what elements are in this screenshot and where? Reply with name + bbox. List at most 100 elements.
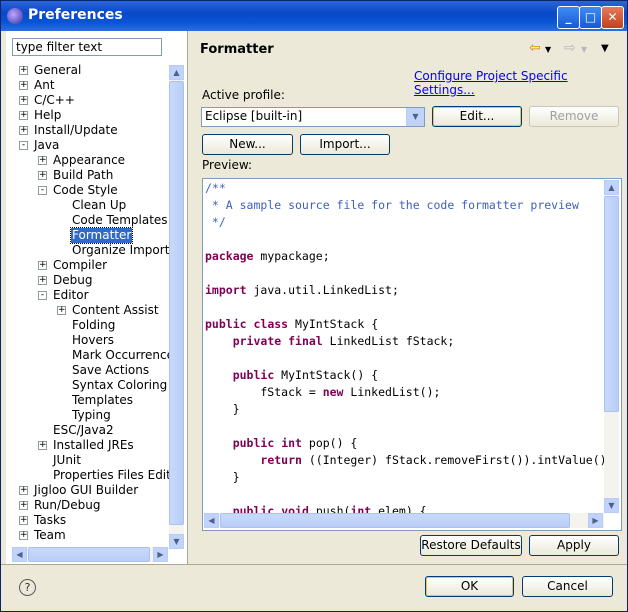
scroll-right-button[interactable]: ▶ [588,513,603,528]
scroll-down-button[interactable]: ▼ [169,534,184,549]
preview-vertical-scrollbar[interactable]: ▲ ▼ [604,180,619,513]
tree-item[interactable]: + Build Path [11,168,171,183]
view-menu-icon[interactable]: ▼ [601,43,609,54]
tree-horizontal-scrollbar[interactable]: ◀ ▶ [12,547,168,562]
expand-icon[interactable]: + [19,531,28,540]
tree-item[interactable]: Mark Occurrences [11,348,171,363]
tree-item[interactable]: Folding [11,318,171,333]
tree-item[interactable]: + Ant [11,78,171,93]
preview-horizontal-scrollbar[interactable]: ◀ ▶ [204,513,604,528]
expand-icon[interactable]: + [19,81,28,90]
configure-project-settings-link[interactable]: Configure Project Specific Settings... [414,69,626,97]
scroll-down-button[interactable]: ▼ [604,498,619,513]
profile-select[interactable]: Eclipse [built-in] ▼ [201,107,425,127]
tree-item[interactable]: + Jigloo GUI Builder [11,483,171,498]
tree-item-label: Content Assist [72,303,159,317]
tree-vertical-scrollbar[interactable]: ▲ ▼ [169,65,184,549]
expand-icon[interactable]: + [19,126,28,135]
tree-item[interactable]: + Team [11,528,171,543]
scroll-up-button[interactable]: ▲ [604,180,619,195]
tree-item[interactable]: Typing [11,408,171,423]
tree-item[interactable]: - Java [11,138,171,153]
code-token: elem) { [371,504,427,513]
scroll-thumb[interactable] [28,547,150,562]
tree-item-label: Mark Occurrences [72,348,171,362]
tree-item[interactable]: Formatter [11,227,171,244]
expand-icon[interactable]: + [38,171,47,180]
code-token: MyIntStack { [288,317,379,331]
expand-icon[interactable]: + [19,516,28,525]
scroll-thumb[interactable] [220,513,570,528]
expand-icon[interactable]: + [19,486,28,495]
new-button[interactable]: New... [202,134,293,155]
tree-item[interactable]: Clean Up [11,198,171,213]
collapse-icon[interactable]: - [38,291,47,300]
tree-item[interactable]: + Run/Debug [11,498,171,513]
scroll-thumb[interactable] [604,196,619,412]
expand-icon[interactable]: + [38,156,47,165]
ok-button[interactable]: OK [425,576,514,597]
collapse-icon[interactable]: - [38,186,47,195]
tree-item[interactable]: Syntax Coloring [11,378,171,393]
expand-icon[interactable]: + [19,501,28,510]
tree-item[interactable]: + Install/Update [11,123,171,138]
help-icon[interactable]: ? [19,579,36,596]
forward-icon[interactable]: ⇨ [564,40,576,56]
tree-item[interactable]: Organize Imports [11,243,171,258]
expand-icon[interactable]: + [19,66,28,75]
code-line: import java.util.LinkedList; [205,282,399,299]
tree-item-label: Team [34,528,66,542]
tree-item[interactable]: Templates [11,393,171,408]
collapse-icon[interactable]: - [19,141,28,150]
scroll-left-button[interactable]: ◀ [12,547,27,562]
scroll-thumb[interactable] [169,81,184,525]
tree-item[interactable]: Save Actions [11,363,171,378]
tree-item[interactable]: Properties Files Editor [11,468,171,483]
preview-label: Preview: [202,158,253,172]
tree-item[interactable]: ESC/Java2 [11,423,171,438]
import-button[interactable]: Import... [300,134,390,155]
tree-item-label: Run/Debug [34,498,101,512]
tree-item[interactable]: Code Templates [11,213,171,228]
tree-item[interactable]: + Installed JREs [11,438,171,453]
apply-button[interactable]: Apply [529,535,619,556]
restore-defaults-button[interactable]: Restore Defaults [420,535,522,556]
expand-icon[interactable]: + [19,96,28,105]
tree-item[interactable]: + Help [11,108,171,123]
tree-item[interactable]: Hovers [11,333,171,348]
expand-icon[interactable]: + [19,111,28,120]
tree-item[interactable]: + Compiler [11,258,171,273]
tree-item[interactable]: + Debug [11,273,171,288]
tree-item[interactable]: + C/C++ [11,93,171,108]
minimize-button[interactable]: _ [557,6,580,29]
code-token: import [205,283,247,297]
code-line: } [205,401,240,418]
close-button[interactable]: ✕ [601,6,624,29]
tree-item-label: Tasks [34,513,67,527]
scroll-right-button[interactable]: ▶ [153,547,168,562]
tree-item-label: Install/Update [34,123,118,137]
tree-item[interactable]: - Code Style [11,183,171,198]
tree-item[interactable]: + General [11,63,171,78]
scroll-up-button[interactable]: ▲ [169,65,184,80]
remove-button[interactable]: Remove [529,106,619,127]
chevron-down-icon[interactable]: ▼ [406,108,424,126]
tree-item[interactable]: + Tasks [11,513,171,528]
tree-item[interactable]: JUnit [11,453,171,468]
tree-item[interactable]: + Appearance [11,153,171,168]
expand-icon[interactable]: + [38,441,47,450]
back-icon[interactable]: ⇦ [529,40,541,56]
expand-icon[interactable]: + [38,261,47,270]
tree-item[interactable]: - Editor [11,288,171,303]
expand-icon[interactable]: + [38,276,47,285]
expand-icon[interactable]: + [57,306,66,315]
tree-item[interactable]: + Content Assist [11,303,171,318]
forward-menu-icon[interactable]: ▼ [581,45,587,54]
back-menu-icon[interactable]: ▼ [545,45,551,54]
edit-button[interactable]: Edit... [432,106,522,127]
filter-input[interactable]: type filter text [12,38,162,56]
cancel-button[interactable]: Cancel [522,576,613,597]
scroll-left-button[interactable]: ◀ [204,513,219,528]
maximize-button[interactable]: □ [579,6,602,29]
title-bar[interactable]: Preferences _ □ ✕ [1,1,627,31]
